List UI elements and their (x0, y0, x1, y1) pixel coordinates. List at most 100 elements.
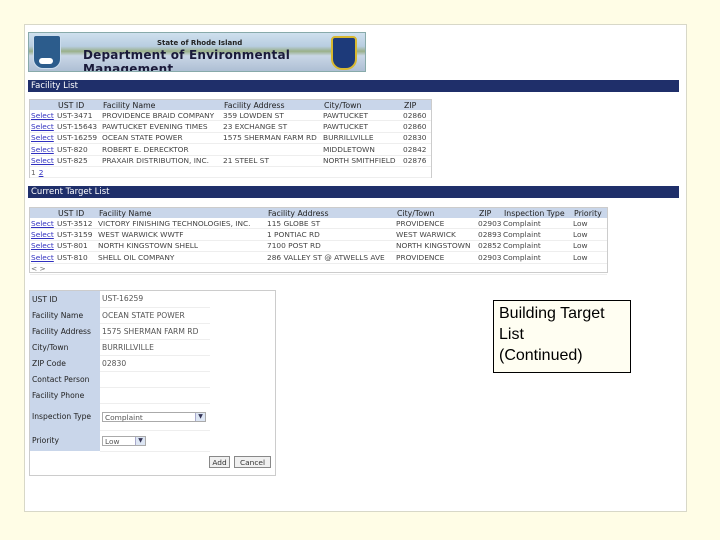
table-cell: 1575 SHERMAN FARM RD (222, 132, 322, 145)
table-cell: PROVIDENCE (395, 251, 477, 264)
field-value[interactable]: OCEAN STATE POWER (100, 307, 210, 324)
table-cell: 02860 (402, 120, 431, 133)
table-cell: 359 LOWDEN ST (222, 110, 322, 122)
select-link[interactable]: Select (31, 219, 54, 228)
table-row: Select UST-15643 PAWTUCKET EVENING TIMES 23… (30, 120, 431, 133)
table-cell: Complaint (502, 218, 572, 230)
table-cell: UST-825 (56, 155, 101, 167)
table-cell: NORTH SMITHFIELD (322, 155, 402, 167)
field-label: Contact Person (30, 371, 100, 387)
table-cell: NORTH KINGSTOWN (395, 240, 477, 253)
select-link[interactable]: Select (31, 145, 54, 154)
banner-department: Department of Environmental Management (83, 48, 291, 72)
table-cell: OCEAN STATE POWER (101, 132, 222, 145)
table-cell: Low (572, 251, 607, 264)
table-cell: 23 EXCHANGE ST (222, 120, 322, 133)
table-cell: 02876 (402, 155, 431, 167)
table-cell: Low (572, 228, 607, 241)
table-cell: 02860 (402, 110, 431, 122)
chevron-down-icon: ▼ (195, 412, 205, 421)
table-cell: Complaint (502, 251, 572, 264)
pager-arrows[interactable]: < > (31, 264, 46, 273)
column-header (30, 208, 56, 218)
table-cell: 02842 (402, 143, 431, 156)
form-row: ZIP Code 02830 (30, 355, 210, 372)
table-cell: UST-820 (56, 143, 101, 156)
page-link[interactable]: 2 (39, 168, 44, 177)
form-row: Contact Person (30, 371, 210, 388)
column-header: Facility Address (222, 100, 322, 110)
table-cell: UST-3159 (56, 228, 97, 241)
select-link[interactable]: Select (31, 253, 54, 262)
field-value[interactable]: 1575 SHERMAN FARM RD (100, 323, 210, 340)
select-link[interactable]: Select (31, 133, 54, 142)
add-button[interactable]: Add (209, 456, 230, 468)
form-row: Facility Name OCEAN STATE POWER (30, 307, 210, 324)
table-cell: PRAXAIR DISTRIBUTION, INC. (101, 155, 222, 167)
table-cell: UST-3471 (56, 110, 101, 122)
table-cell: WEST WARWICK WWTF (97, 228, 266, 241)
table-cell: PAWTUCKET (322, 120, 402, 133)
table-cell: 02893 (477, 228, 502, 241)
table-cell: 7100 POST RD (266, 240, 395, 253)
field-label: City/Town (30, 339, 100, 355)
table-cell: Complaint (502, 228, 572, 241)
table-cell: UST-3512 (56, 218, 97, 230)
column-header: City/Town (322, 100, 402, 110)
select-link[interactable]: Select (31, 111, 54, 120)
banner-state: State of Rhode Island (157, 39, 243, 47)
column-header: Inspection Type (502, 208, 572, 218)
caption-line: List (499, 326, 524, 343)
select-link[interactable]: Select (31, 241, 54, 250)
table-row: Select UST-801 NORTH KINGSTOWN SHELL 7100 P… (30, 240, 607, 253)
inspection-type-select[interactable]: Complaint ▼ (102, 411, 206, 422)
table-row: Select UST-3471 PROVIDENCE BRAID COMPANY 35… (30, 110, 431, 122)
cancel-button[interactable]: Cancel (234, 456, 271, 468)
page-link[interactable]: 1 (31, 168, 36, 177)
select-link[interactable]: Select (31, 230, 54, 239)
table-cell: 1 PONTIAC RD (266, 228, 395, 241)
table-cell: Complaint (502, 240, 572, 253)
priority-select[interactable]: Low ▼ (102, 435, 146, 446)
slide-caption: Building Target List (Continued) (493, 300, 631, 373)
column-header: ZIP (477, 208, 502, 218)
select-link[interactable]: Select (31, 156, 54, 165)
dem-logo-icon (33, 35, 61, 69)
select-link[interactable]: Select (31, 122, 54, 131)
table-cell: 02903 (477, 251, 502, 264)
table-row: Select UST-3159 WEST WARWICK WWTF 1 PONTIAC… (30, 228, 607, 241)
table-cell: UST-810 (56, 251, 97, 264)
form-row: Facility Phone (30, 387, 210, 404)
field-value[interactable]: 02830 (100, 355, 210, 372)
caption-line: Building Target (499, 305, 605, 322)
field-value[interactable]: BURRILLVILLE (100, 339, 210, 356)
field-value[interactable] (100, 387, 210, 404)
field-label: Facility Name (30, 307, 100, 323)
column-header: Priority (572, 208, 607, 218)
form-row: UST ID UST-16259 (30, 291, 210, 308)
column-header: City/Town (395, 208, 477, 218)
pager-row: 12 (30, 166, 431, 179)
column-header: Facility Name (101, 100, 222, 110)
target-list-table: UST ID Facility Name Facility Address City/… (29, 207, 608, 275)
form-row: City/Town BURRILLVILLE (30, 339, 210, 356)
field-label: Facility Phone (30, 387, 100, 403)
table-row: Select UST-16259 OCEAN STATE POWER 1575 SHE… (30, 132, 431, 145)
priority-label: Priority (30, 430, 100, 451)
chevron-down-icon: ▼ (135, 436, 145, 445)
table-row: Select UST-820 ROBERT E. DERECKTOR MIDDLETO… (30, 143, 431, 156)
dem-banner: State of Rhode Island Department of Envi… (28, 32, 366, 72)
pager-row: < > (30, 263, 607, 275)
facility-list-table: UST ID Facility Name Facility Address City/… (29, 99, 432, 179)
state-seal-icon (331, 36, 357, 70)
table-cell: Low (572, 240, 607, 253)
field-label: UST ID (30, 291, 100, 307)
table-cell: PAWTUCKET EVENING TIMES (101, 120, 222, 133)
table-cell: 02903 (477, 218, 502, 230)
field-value[interactable] (100, 371, 210, 388)
field-value[interactable]: UST-16259 (100, 291, 210, 308)
table-cell: 02852 (477, 240, 502, 253)
inspection-type-label: Inspection Type (30, 403, 100, 430)
field-label: ZIP Code (30, 355, 100, 371)
column-header: Facility Address (266, 208, 395, 218)
